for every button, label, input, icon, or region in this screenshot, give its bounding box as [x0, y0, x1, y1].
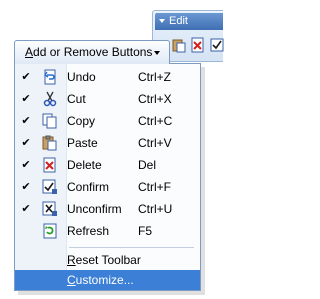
add-remove-buttons-header[interactable]: Add or Remove Buttons: [14, 40, 170, 64]
toolbar-title-bar[interactable]: Edit: [155, 13, 223, 30]
confirm-icon[interactable]: [209, 37, 225, 53]
menu-item-undo[interactable]: ✔ Undo Ctrl+Z: [15, 66, 200, 88]
cut-icon: [43, 91, 57, 107]
check-icon: ✔: [21, 203, 31, 215]
check-icon: ✔: [21, 159, 31, 171]
menu-item-label: Cut: [67, 92, 86, 106]
unconfirm-icon: [42, 201, 57, 216]
menu-item-shortcut: Ctrl+Z: [138, 70, 171, 84]
add-remove-mnemonic: A: [25, 45, 34, 59]
toolbar-options-icon[interactable]: [159, 19, 165, 24]
menu-item-shortcut: F5: [138, 224, 153, 238]
menu-item-cut[interactable]: ✔ Cut Ctrl+X: [15, 88, 200, 110]
check-icon: ✔: [21, 115, 31, 127]
menu-item-shortcut: Ctrl+X: [138, 92, 172, 106]
reset-mnemonic: R: [67, 253, 76, 267]
delete-icon[interactable]: [190, 37, 206, 53]
reset-label: eset Toolbar: [75, 253, 141, 267]
chevron-down-icon: [154, 51, 160, 55]
menu-item-label: Undo: [67, 70, 96, 84]
paste-icon: [42, 135, 57, 151]
menu-item-shortcut: Del: [138, 158, 157, 172]
menu-item-label: Unconfirm: [67, 202, 122, 216]
menu-separator: [69, 247, 194, 248]
menu-item-label: Delete: [67, 158, 102, 172]
menu-item-confirm[interactable]: ✔ Confirm Ctrl+F: [15, 176, 200, 198]
menu-item-shortcut: Ctrl+C: [138, 114, 173, 128]
menu-item-label: Confirm: [67, 180, 110, 194]
check-icon: ✔: [21, 181, 31, 193]
add-remove-label: dd or Remove Buttons: [33, 45, 153, 59]
menu-item-shortcut: Ctrl+U: [138, 202, 173, 216]
menu-item-label: Copy: [67, 114, 96, 128]
check-icon: ✔: [21, 93, 31, 105]
add-remove-menu: ✔ Undo Ctrl+Z ✔ Cut Ctrl+X ✔ Copy Ctrl+C…: [14, 63, 201, 291]
menu-item-delete[interactable]: ✔ Delete Del: [15, 154, 200, 176]
reset-toolbar-item[interactable]: Reset Toolbar: [15, 249, 200, 271]
undo-icon: [44, 69, 56, 85]
customize-label: ustomize...: [75, 273, 134, 287]
app-root: Edit Add or Remove Buttons ✔ Undo Ctrl+Z…: [0, 0, 225, 299]
toolbar-buttons: [171, 37, 225, 53]
menu-item-unconfirm[interactable]: ✔ Unconfirm Ctrl+U: [15, 198, 200, 220]
menu-item-paste[interactable]: ✔ Paste Ctrl+V: [15, 132, 200, 154]
menu-item-shortcut: Ctrl+V: [138, 136, 172, 150]
check-icon: ✔: [21, 71, 31, 83]
toolbar-title: Edit: [169, 15, 188, 27]
menu-item-shortcut: Ctrl+F: [138, 180, 171, 194]
menu-item-label: Refresh: [67, 224, 110, 238]
confirm-icon: [42, 179, 57, 194]
menu-item-refresh[interactable]: Refresh F5: [15, 220, 200, 242]
menu-item-label: Paste: [67, 136, 98, 150]
delete-icon: [43, 157, 56, 173]
copy-icon: [42, 113, 57, 129]
refresh-icon: [43, 223, 57, 239]
customize-mnemonic: C: [67, 273, 76, 287]
check-icon: ✔: [21, 137, 31, 149]
menu-item-copy[interactable]: ✔ Copy Ctrl+C: [15, 110, 200, 132]
paste-icon[interactable]: [171, 37, 187, 53]
customize-item[interactable]: Customize...: [15, 270, 200, 290]
